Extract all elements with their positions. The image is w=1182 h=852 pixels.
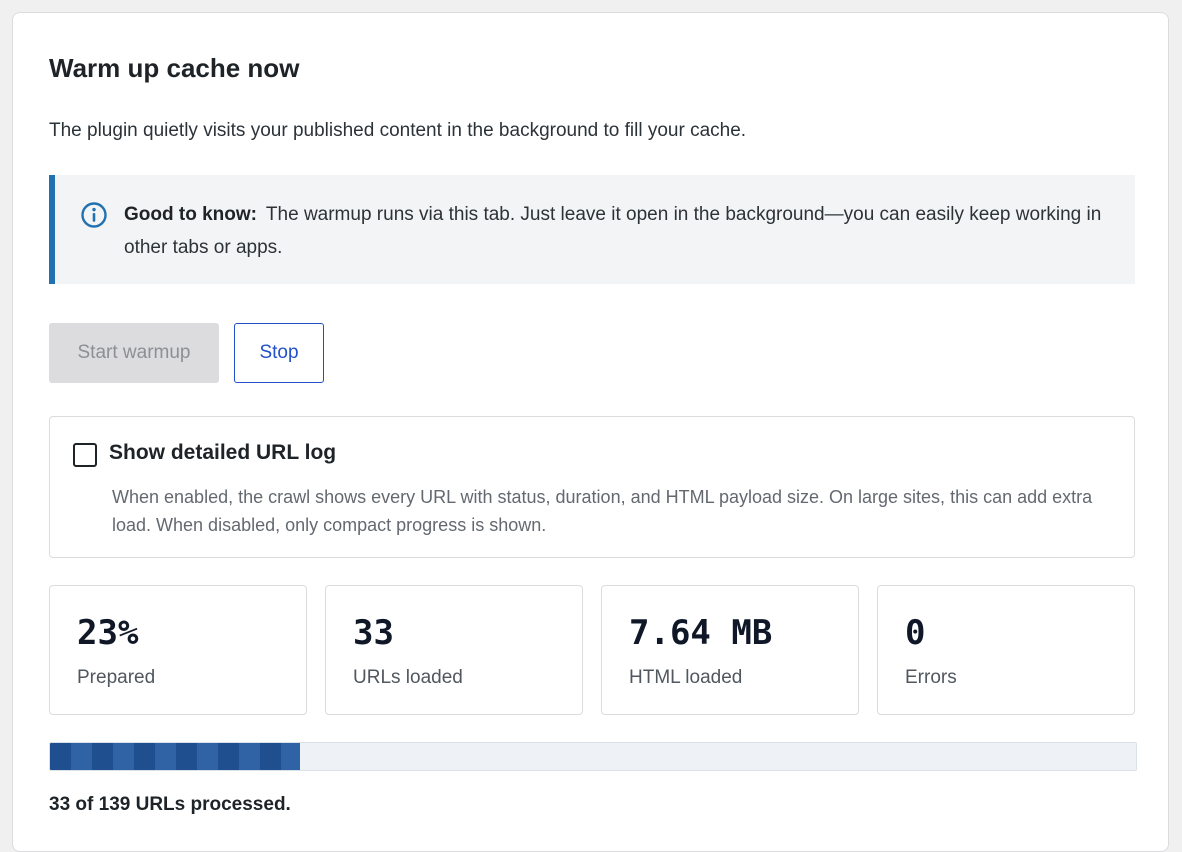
detailed-log-help: When enabled, the crawl shows every URL … — [112, 487, 1093, 535]
progress-fill — [50, 743, 300, 770]
stat-value: 0 — [905, 613, 926, 653]
detailed-log-label[interactable]: Show detailed URL log — [109, 441, 336, 465]
stat-card-urls-loaded: 33 URLs loaded — [325, 585, 583, 715]
stat-value: 7.64 MB — [629, 613, 773, 653]
info-notice: Good to know: The warmup runs via this t… — [49, 175, 1135, 284]
detailed-log-checkbox[interactable] — [73, 443, 97, 467]
stat-label: URLs loaded — [353, 667, 463, 688]
warmup-panel: Warm up cache now The plugin quietly vis… — [12, 12, 1169, 852]
info-icon — [80, 201, 108, 229]
notice-text: Good to know: The warmup runs via this t… — [124, 198, 1114, 264]
stat-card-html-loaded: 7.64 MB HTML loaded — [601, 585, 859, 715]
stat-label: HTML loaded — [629, 667, 743, 688]
notice-heading: Good to know: — [124, 204, 257, 225]
stat-label: Errors — [905, 667, 957, 688]
stat-label: Prepared — [77, 667, 156, 688]
progress-text: 33 of 139 URLs processed. — [49, 794, 291, 815]
detailed-log-option: Show detailed URL log When enabled, the … — [49, 416, 1135, 558]
stop-button[interactable]: Stop — [234, 323, 324, 383]
start-warmup-button[interactable]: Start warmup — [49, 323, 219, 383]
notice-body: The warmup runs via this tab. Just leave… — [124, 204, 1102, 258]
stat-value: 23% — [77, 613, 139, 653]
stat-card-prepared: 23% Prepared — [49, 585, 307, 715]
panel-title: Warm up cache now — [49, 53, 300, 83]
stat-card-errors: 0 Errors — [877, 585, 1135, 715]
panel-intro: The plugin quietly visits your published… — [49, 120, 747, 141]
progress-bar — [49, 742, 1137, 771]
stat-value: 33 — [353, 613, 394, 653]
